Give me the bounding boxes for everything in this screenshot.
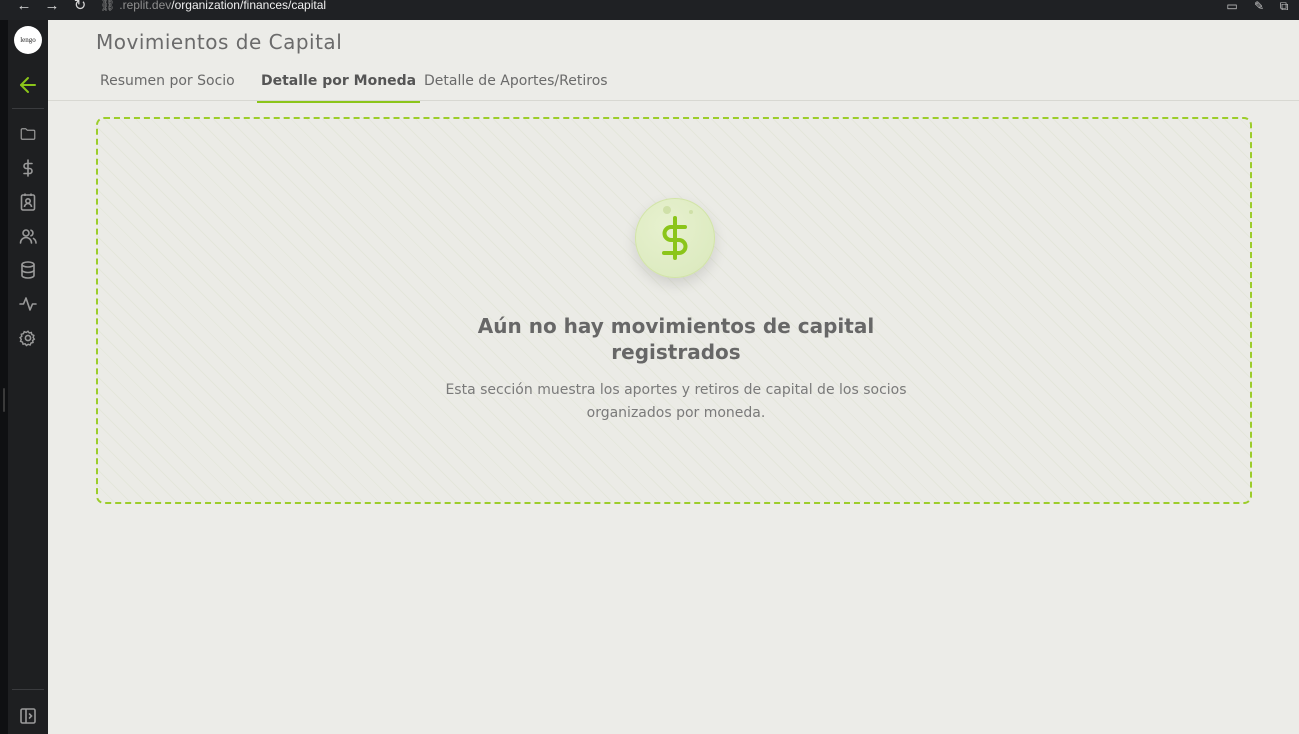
tab-resumen-por-socio[interactable]: Resumen por Socio <box>100 73 235 101</box>
activity-icon[interactable] <box>16 292 40 316</box>
dollar-icon[interactable] <box>16 156 40 180</box>
main-content: Movimientos de Capital Resumen por Socio… <box>48 20 1299 734</box>
database-icon[interactable] <box>16 258 40 282</box>
settings-icon[interactable] <box>16 326 40 350</box>
users-icon[interactable] <box>16 224 40 248</box>
empty-state-description: Esta sección muestra los aportes y retir… <box>445 382 907 421</box>
tab-bar: Resumen por Socio Detalle por Moneda Det… <box>48 64 1299 103</box>
reload-icon[interactable]: ↻ <box>70 0 90 16</box>
arrow-left-icon[interactable]: ← <box>14 0 34 16</box>
tab-detalle-por-moneda[interactable]: Detalle por Moneda <box>256 73 421 103</box>
empty-state-card: Aún no hay movimientos de capital regist… <box>96 117 1252 504</box>
empty-state-title: Aún no hay movimientos de capital regist… <box>477 314 875 364</box>
window-edge <box>0 20 8 734</box>
open-external-icon[interactable]: ⧉ <box>1274 0 1294 16</box>
panel-toggle-icon[interactable] <box>16 704 40 728</box>
sidebar: lengo <box>8 20 48 734</box>
folder-icon[interactable] <box>16 122 40 146</box>
browser-toolbar: ← → ↻ ⛓ .replit.dev/organization/finances… <box>0 0 1299 20</box>
sidebar-divider <box>12 689 44 690</box>
app-logo[interactable]: lengo <box>14 26 42 54</box>
dollar-coin-icon <box>635 198 715 278</box>
tools-icon[interactable]: ✎ <box>1249 0 1269 16</box>
url-host: .replit.dev <box>119 0 172 12</box>
back-arrow-icon[interactable] <box>16 73 40 97</box>
devices-icon[interactable]: ▭ <box>1222 0 1242 16</box>
tab-detalle-de-aportes-retiros[interactable]: Detalle de Aportes/Retiros <box>424 73 608 101</box>
address-bar[interactable]: ⛓ .replit.dev/organization/finances/capit… <box>100 0 326 14</box>
contact-card-icon[interactable] <box>16 190 40 214</box>
page-title: Movimientos de Capital <box>96 30 343 54</box>
resize-handle[interactable] <box>3 388 5 412</box>
arrow-right-icon[interactable]: → <box>42 0 62 16</box>
url-path: /organization/finances/capital <box>171 0 327 12</box>
link-icon: ⛓ <box>100 0 116 12</box>
sidebar-divider <box>12 108 44 109</box>
